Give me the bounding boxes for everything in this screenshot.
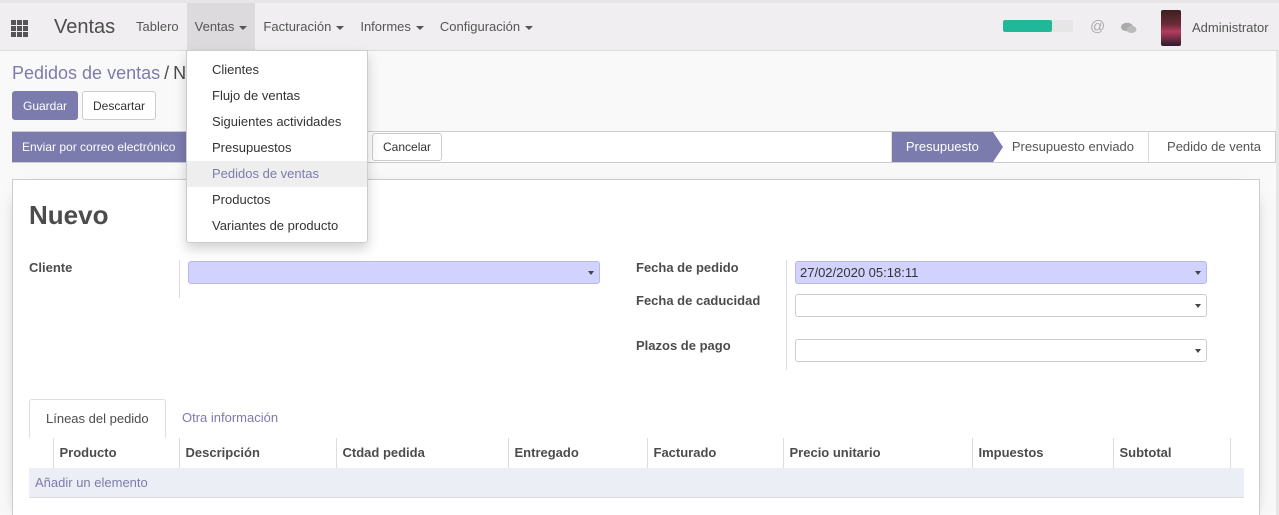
table-header-row: Producto Descripción Ctdad pedida Entreg…	[29, 438, 1244, 469]
column-header[interactable]: Impuestos	[972, 438, 1114, 469]
status-stages: Presupuesto Presupuesto enviado Pedido d…	[890, 132, 1275, 162]
dropdown-item-pedidos-de-ventas[interactable]: Pedidos de ventas	[187, 161, 367, 187]
discard-button[interactable]: Descartar	[82, 91, 156, 120]
onboarding-progress-bar[interactable]	[1003, 20, 1073, 32]
payment-terms-label: Plazos de pago	[636, 338, 731, 353]
menu-ventas[interactable]: Ventas	[186, 3, 256, 51]
main-menu: Tablero Ventas Facturación Informes Conf…	[128, 3, 541, 51]
tab-other-info[interactable]: Otra información	[166, 399, 294, 439]
apps-grid-icon[interactable]	[11, 20, 28, 37]
breadcrumb-separator: /	[164, 63, 170, 83]
column-header[interactable]: Descripción	[179, 438, 337, 469]
record-title: Nuevo	[29, 200, 109, 230]
breadcrumb-parent[interactable]: Pedidos de ventas	[12, 63, 160, 83]
divider	[786, 260, 787, 370]
customer-field[interactable]	[188, 261, 600, 284]
order-date-value: 27/02/2020 05:18:11	[800, 265, 919, 280]
dropdown-item-clientes[interactable]: Clientes	[187, 57, 367, 83]
stage-presupuesto[interactable]: Presupuesto	[890, 132, 1003, 162]
breadcrumb: Pedidos de ventas / N	[12, 63, 186, 84]
stage-pedido-de-venta[interactable]: Pedido de venta	[1148, 132, 1275, 162]
order-date-label: Fecha de pedido	[636, 260, 739, 275]
expiration-date-field[interactable]	[795, 294, 1207, 317]
menu-informes[interactable]: Informes	[352, 3, 432, 51]
handle-column	[29, 438, 54, 469]
column-header[interactable]: Entregado	[508, 438, 648, 469]
app-brand[interactable]: Ventas	[54, 16, 115, 39]
stage-presupuesto-enviado[interactable]: Presupuesto enviado	[992, 132, 1149, 162]
add-line-link[interactable]: Añadir un elemento	[29, 468, 1244, 498]
ventas-dropdown-menu: Clientes Flujo de ventas Siguientes acti…	[186, 50, 368, 243]
column-header[interactable]: Ctdad pedida	[336, 438, 509, 469]
order-lines-table: Producto Descripción Ctdad pedida Entreg…	[29, 438, 1244, 469]
menu-facturacion[interactable]: Facturación	[255, 3, 352, 51]
dropdown-arrow-icon	[1195, 304, 1201, 308]
menu-configuracion[interactable]: Configuración	[432, 3, 541, 51]
top-navbar: Ventas Tablero Ventas Facturación Inform…	[0, 0, 1279, 51]
user-avatar[interactable]	[1161, 10, 1181, 46]
chat-icon[interactable]	[1121, 22, 1137, 34]
dropdown-item-variantes-de-producto[interactable]: Variantes de producto	[187, 213, 367, 239]
dropdown-item-presupuestos[interactable]: Presupuestos	[187, 135, 367, 161]
caret-down-icon	[525, 25, 534, 30]
dropdown-item-siguientes-actividades[interactable]: Siguientes actividades	[187, 109, 367, 135]
tab-order-lines[interactable]: Líneas del pedido	[29, 399, 166, 439]
column-header[interactable]: Precio unitario	[783, 438, 973, 469]
menu-tablero[interactable]: Tablero	[128, 3, 187, 51]
dropdown-arrow-icon	[1195, 271, 1201, 275]
send-email-button[interactable]: Enviar por correo electrónico	[12, 132, 188, 162]
divider	[179, 260, 180, 298]
breadcrumb-current: N	[173, 63, 187, 83]
dropdown-item-flujo-de-ventas[interactable]: Flujo de ventas	[187, 83, 367, 109]
dropdown-item-productos[interactable]: Productos	[187, 187, 367, 213]
order-date-field[interactable]: 27/02/2020 05:18:11	[795, 261, 1207, 284]
trash-column	[1230, 438, 1244, 469]
cancel-button[interactable]: Cancelar	[372, 133, 442, 161]
caret-down-icon	[415, 25, 424, 30]
progress-fill	[1003, 20, 1052, 32]
caret-down-icon	[239, 25, 248, 30]
column-header[interactable]: Facturado	[647, 438, 784, 469]
payment-terms-field[interactable]	[795, 339, 1207, 362]
expiration-date-label: Fecha de caducidad	[636, 293, 761, 308]
customer-label: Cliente	[29, 260, 73, 275]
dropdown-arrow-icon	[1195, 349, 1201, 353]
column-header[interactable]: Producto	[53, 438, 180, 469]
column-header[interactable]: Subtotal	[1113, 438, 1231, 469]
dropdown-arrow-icon	[588, 271, 594, 275]
caret-down-icon	[336, 25, 345, 30]
notebook-tabs: Líneas del pedido Otra información	[29, 399, 1244, 439]
user-name[interactable]: Administrator	[1192, 20, 1269, 35]
mentions-icon[interactable]: @	[1090, 18, 1105, 35]
save-button[interactable]: Guardar	[12, 91, 78, 120]
